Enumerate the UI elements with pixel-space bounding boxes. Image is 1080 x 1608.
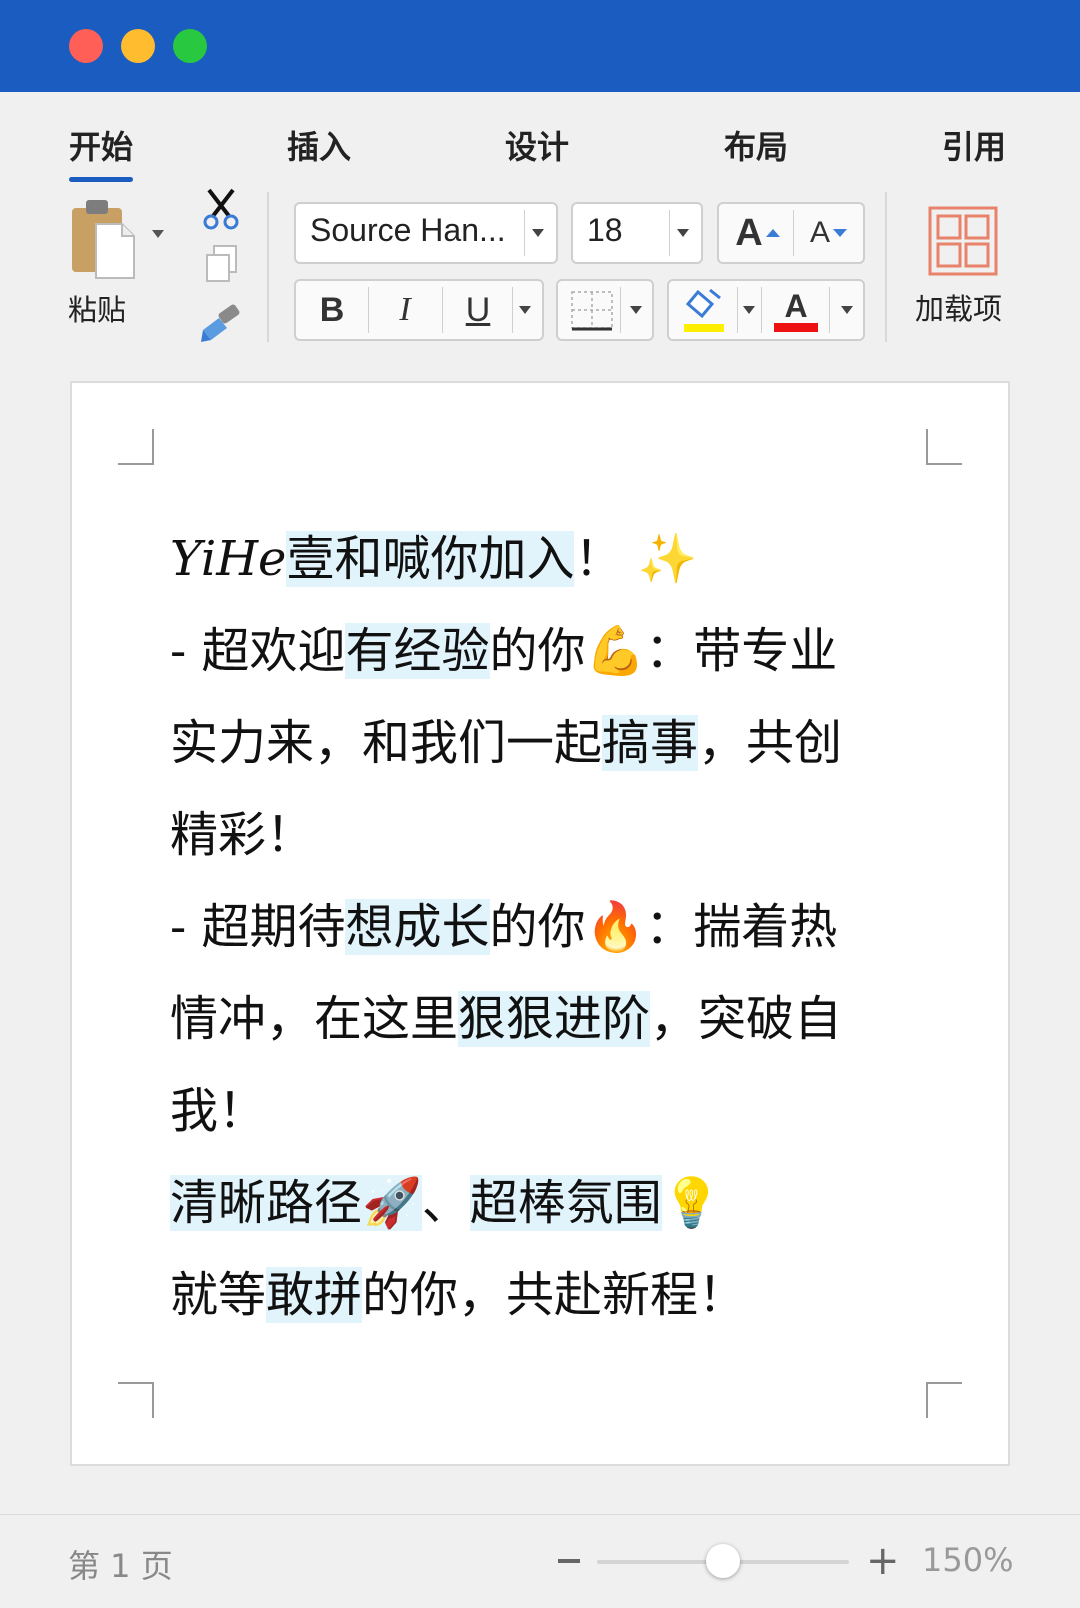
text-run: ，突破自 xyxy=(650,991,843,1047)
triangle-up-icon xyxy=(765,229,780,237)
text-run: 的你，共赴新程！ xyxy=(362,1267,747,1323)
tab-home[interactable]: 开始 xyxy=(69,122,134,182)
text-run: 实力来，和我们一起 xyxy=(170,715,603,771)
minimize-window-button[interactable] xyxy=(121,29,155,63)
zoom-level: 150% xyxy=(922,1541,1014,1579)
highlight-options-dropdown[interactable] xyxy=(743,306,755,314)
highlighted-text: 清晰路径🚀 xyxy=(170,1175,422,1231)
text-run: 就等 xyxy=(170,1267,267,1323)
text-run: 精彩！ xyxy=(170,807,315,863)
document-line: - 超欢迎有经验的你💪：带专业 xyxy=(170,605,910,697)
bold-button[interactable]: B xyxy=(296,281,368,339)
document-line: YiHe壹和喊你加入！ ✨ xyxy=(170,513,910,605)
zoom-slider-thumb[interactable] xyxy=(706,1544,740,1578)
format-painter-icon[interactable] xyxy=(199,304,243,344)
text-run: 💡 xyxy=(661,1175,722,1231)
font-name-select[interactable]: Source Han... xyxy=(294,202,558,264)
font-size-value: 18 xyxy=(587,212,623,248)
italic-button[interactable]: I xyxy=(369,281,441,339)
document-line: 就等敢拼的你，共赴新程！ xyxy=(170,1249,910,1341)
margin-corner-mark xyxy=(926,1382,962,1418)
highlighted-text: 有经验 xyxy=(345,623,490,679)
text-run: 情冲，在这里 xyxy=(170,991,459,1047)
borders-icon xyxy=(571,291,613,331)
document-page[interactable]: YiHe壹和喊你加入！ ✨ - 超欢迎有经验的你💪：带专业 实力来，和我们一起搞事，… xyxy=(70,381,1010,1466)
copy-icon[interactable] xyxy=(204,244,240,284)
font-size-select[interactable]: 18 xyxy=(571,202,703,264)
tab-layout[interactable]: 布局 xyxy=(724,122,788,168)
clipboard-icon[interactable] xyxy=(70,198,136,280)
font-color-swatch xyxy=(774,322,818,332)
text-run: 的你💪：带专业 xyxy=(489,623,838,679)
highlighted-text: 敢拼 xyxy=(266,1267,363,1323)
chevron-down-icon xyxy=(532,229,544,237)
highlighted-text: 狠狠进阶 xyxy=(458,991,651,1047)
chevron-down-icon xyxy=(677,229,689,237)
cut-icon[interactable] xyxy=(201,188,241,230)
text-style-group: B I U xyxy=(294,279,544,341)
page-indicator: 第 1 页 xyxy=(68,1547,173,1585)
font-color-options-dropdown[interactable] xyxy=(841,306,853,314)
tab-design[interactable]: 设计 xyxy=(505,122,569,168)
highlighter-icon xyxy=(684,288,724,332)
underline-options-dropdown[interactable] xyxy=(519,306,531,314)
shrink-font-button[interactable]: A xyxy=(797,204,861,262)
paste-label: 粘贴 xyxy=(68,293,127,327)
highlighted-text: 想成长 xyxy=(345,899,490,955)
text-run: - 超期待 xyxy=(170,899,346,955)
chevron-down-icon xyxy=(630,306,642,314)
highlighted-text: 超棒氛围 xyxy=(469,1175,662,1231)
close-window-button[interactable] xyxy=(69,29,103,63)
title-bar xyxy=(0,0,1080,92)
document-line: 情冲，在这里狠狠进阶，突破自 xyxy=(170,973,910,1065)
addins-icon[interactable] xyxy=(928,206,998,276)
document-body[interactable]: YiHe壹和喊你加入！ ✨ - 超欢迎有经验的你💪：带专业 实力来，和我们一起搞事，… xyxy=(170,513,910,1341)
ribbon-separator xyxy=(885,192,887,342)
zoom-out-button[interactable] xyxy=(558,1559,580,1563)
triangle-down-icon xyxy=(833,229,847,237)
margin-corner-mark xyxy=(118,429,154,465)
ribbon-tabs: 开始 插入 设计 布局 引用 xyxy=(0,92,1080,182)
highlighted-text: 搞事 xyxy=(602,715,699,771)
maximize-window-button[interactable] xyxy=(173,29,207,63)
ribbon-separator xyxy=(267,192,269,342)
font-name-value: Source Han... xyxy=(310,212,506,248)
text-run: 的你🔥：揣着热 xyxy=(489,899,838,955)
tab-references[interactable]: 引用 xyxy=(942,122,1006,168)
document-line: 清晰路径🚀、超棒氛围💡 xyxy=(170,1157,910,1249)
font-color-button[interactable]: A xyxy=(765,281,827,339)
document-line: - 超期待想成长的你🔥：揣着热 xyxy=(170,881,910,973)
highlighted-text: 壹和喊你加入 xyxy=(286,531,575,587)
grow-font-button[interactable]: A xyxy=(725,204,791,262)
font-size-adjust-group: A A xyxy=(717,202,865,264)
document-line: 我！ xyxy=(170,1065,910,1157)
color-group: A xyxy=(667,279,865,341)
zoom-in-button[interactable]: + xyxy=(866,1537,900,1585)
borders-button[interactable] xyxy=(556,279,654,341)
document-line: 精彩！ xyxy=(170,789,910,881)
highlight-button[interactable] xyxy=(673,281,735,339)
text-run: ，共创 xyxy=(698,715,843,771)
text-run: 我！ xyxy=(170,1083,267,1139)
paste-options-dropdown[interactable] xyxy=(152,230,164,238)
status-bar: 第 1 页 + 150% xyxy=(0,1514,1080,1608)
ribbon-toolbar: 粘贴 Source Han... 18 A A B I U A 加载项 xyxy=(0,182,1080,362)
text-run: - 超欢迎 xyxy=(170,623,346,679)
tab-insert[interactable]: 插入 xyxy=(287,122,351,168)
brand-text: YiHe xyxy=(170,531,287,587)
margin-corner-mark xyxy=(926,429,962,465)
text-run: ！ ✨ xyxy=(574,531,698,587)
underline-button[interactable]: U xyxy=(443,281,513,339)
margin-corner-mark xyxy=(118,1382,154,1418)
text-run: 、 xyxy=(421,1175,470,1231)
document-line: 实力来，和我们一起搞事，共创 xyxy=(170,697,910,789)
addins-label: 加载项 xyxy=(915,292,1003,326)
